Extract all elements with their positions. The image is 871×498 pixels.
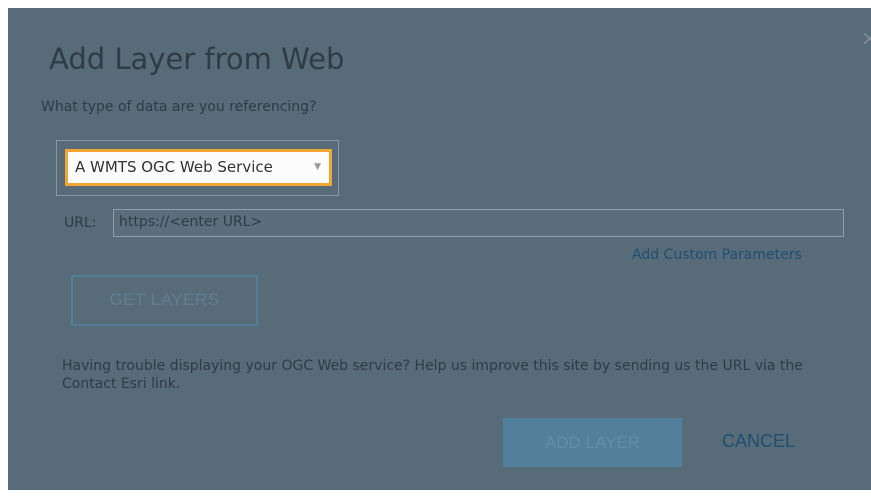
close-icon[interactable]: × (861, 28, 871, 50)
cancel-button[interactable]: CANCEL (722, 431, 795, 452)
dialog-title: Add Layer from Web (49, 42, 345, 76)
add-layer-button[interactable]: ADD LAYER (503, 418, 682, 467)
chevron-down-icon: ▼ (314, 162, 321, 172)
help-text: Having trouble displaying your OGC Web s… (62, 358, 803, 392)
url-label: URL: (64, 215, 97, 231)
data-type-select[interactable]: A WMTS OGC Web Service ▼ (65, 149, 332, 186)
add-custom-parameters-link[interactable]: Add Custom Parameters (632, 247, 802, 263)
data-type-select-value: A WMTS OGC Web Service (75, 158, 273, 176)
url-input[interactable]: https://<enter URL> (113, 209, 844, 237)
data-type-question: What type of data are you referencing? (41, 99, 317, 115)
get-layers-button[interactable]: GET LAYERS (71, 275, 258, 326)
